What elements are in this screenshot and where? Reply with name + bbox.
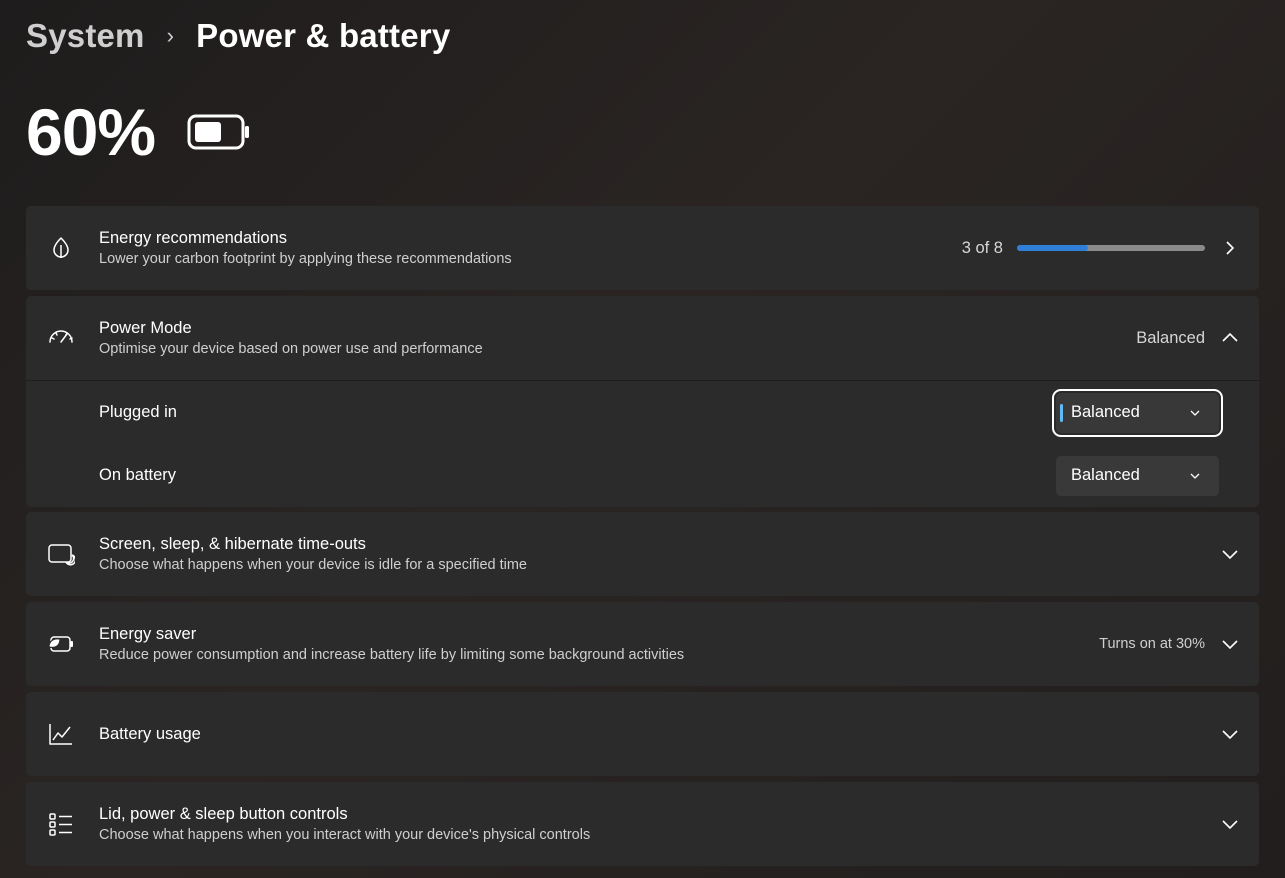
power-mode-value: Balanced bbox=[1136, 328, 1205, 347]
leaf-icon bbox=[46, 233, 76, 263]
energy-saver-title: Energy saver bbox=[99, 625, 197, 643]
chevron-down-icon[interactable] bbox=[1219, 723, 1241, 745]
chevron-up-icon[interactable] bbox=[1219, 327, 1241, 349]
plugged-in-select-value: Balanced bbox=[1071, 403, 1140, 421]
recommendations-count: 3 of 8 bbox=[961, 238, 1003, 257]
recommendations-progress-fill bbox=[1017, 245, 1088, 251]
breadcrumb-system-link[interactable]: System bbox=[26, 17, 145, 55]
screen-sleep-subtitle: Choose what happens when your device is … bbox=[99, 557, 527, 573]
battery-icon bbox=[187, 114, 251, 155]
screen-sleep-title: Screen, sleep, & hibernate time-outs bbox=[99, 535, 366, 553]
screen-sleep-icon bbox=[46, 539, 76, 569]
on-battery-label: On battery bbox=[99, 466, 177, 484]
battery-summary: 60% bbox=[26, 96, 251, 168]
screen-sleep-card[interactable]: Screen, sleep, & hibernate time-outs Cho… bbox=[26, 512, 1259, 596]
on-battery-row: On battery Balanced bbox=[26, 444, 1259, 507]
chevron-down-icon bbox=[1189, 405, 1201, 424]
on-battery-select-value: Balanced bbox=[1071, 466, 1140, 484]
energy-recommendations-card[interactable]: Energy recommendations Lower your carbon… bbox=[26, 206, 1259, 290]
plugged-in-select[interactable]: Balanced bbox=[1052, 388, 1223, 437]
breadcrumb: System › Power & battery bbox=[26, 14, 450, 58]
energy-recommendations-title: Energy recommendations bbox=[99, 229, 288, 247]
recommendations-progress-bar bbox=[1017, 245, 1205, 251]
lid-controls-subtitle: Choose what happens when you interact wi… bbox=[99, 827, 591, 843]
breadcrumb-separator: › bbox=[166, 23, 175, 48]
chevron-down-icon[interactable] bbox=[1219, 633, 1241, 655]
power-mode-title: Power Mode bbox=[99, 319, 192, 337]
page-title: Power & battery bbox=[196, 17, 451, 54]
plugged-in-label: Plugged in bbox=[99, 403, 177, 421]
lid-controls-title: Lid, power & sleep button controls bbox=[99, 805, 348, 823]
battery-percentage: 60% bbox=[26, 95, 156, 169]
list-icon bbox=[46, 809, 76, 839]
on-battery-select[interactable]: Balanced bbox=[1056, 455, 1219, 496]
gauge-icon bbox=[46, 323, 76, 353]
energy-saver-status: Turns on at 30% bbox=[1099, 636, 1205, 652]
energy-saver-card[interactable]: Energy saver Reduce power consumption an… bbox=[26, 602, 1259, 686]
lid-controls-card[interactable]: Lid, power & sleep button controls Choos… bbox=[26, 782, 1259, 866]
chevron-down-icon[interactable] bbox=[1219, 543, 1241, 565]
battery-usage-title: Battery usage bbox=[99, 725, 201, 743]
power-mode-header[interactable]: Power Mode Optimise your device based on… bbox=[26, 296, 1259, 380]
chevron-right-icon[interactable] bbox=[1219, 237, 1241, 259]
power-mode-card: Power Mode Optimise your device based on… bbox=[26, 296, 1259, 507]
battery-saver-icon bbox=[46, 629, 76, 659]
focus-accent bbox=[1060, 403, 1063, 422]
battery-usage-card[interactable]: Battery usage bbox=[26, 692, 1259, 776]
chevron-down-icon bbox=[1189, 468, 1201, 487]
plugged-in-row: Plugged in Balanced bbox=[26, 381, 1259, 444]
energy-recommendations-subtitle: Lower your carbon footprint by applying … bbox=[99, 251, 512, 267]
power-mode-subtitle: Optimise your device based on power use … bbox=[99, 341, 483, 357]
chevron-down-icon[interactable] bbox=[1219, 813, 1241, 835]
energy-saver-subtitle: Reduce power consumption and increase ba… bbox=[99, 647, 685, 663]
line-chart-icon bbox=[46, 719, 76, 749]
